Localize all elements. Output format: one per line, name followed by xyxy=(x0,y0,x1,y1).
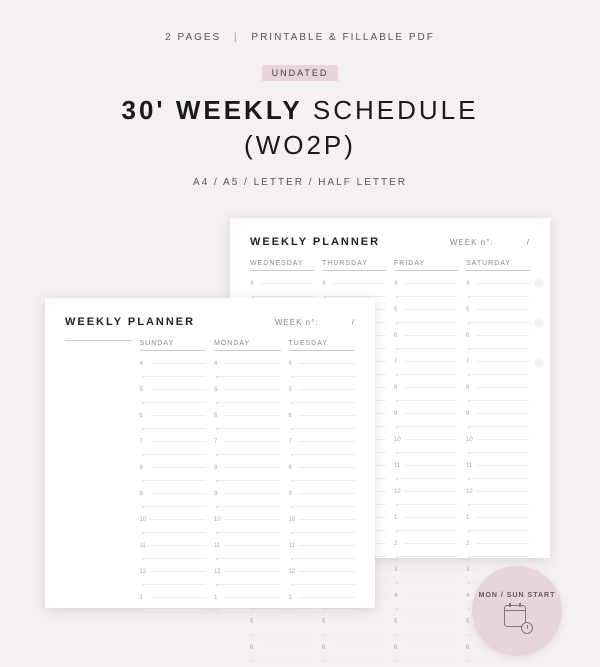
hour-row: 6 xyxy=(140,409,207,422)
calendar-clock-icon xyxy=(504,605,530,631)
binder-hole xyxy=(534,358,544,368)
hour-row: 8 xyxy=(466,381,530,394)
hour-row: 11 xyxy=(289,539,356,552)
hour-row: 10 xyxy=(466,433,530,446)
hour-row: 4 xyxy=(250,277,314,290)
hour-row: 5 xyxy=(394,615,458,628)
title-bold: 30' WEEKLY xyxy=(122,95,303,125)
hour-row: 6 xyxy=(214,409,281,422)
hour-row: 7 xyxy=(466,355,530,368)
hour-row: 5 xyxy=(394,303,458,316)
hour-row: 2 xyxy=(394,537,458,550)
hour-row: 6 xyxy=(394,641,458,654)
hour-row: 6 xyxy=(322,641,386,654)
hour-row: 7 xyxy=(289,435,356,448)
planner-title: WEEKLY PLANNER xyxy=(250,236,380,248)
week-number-field: WEEK n°: / xyxy=(275,318,355,327)
hour-row: 10 xyxy=(140,513,207,526)
day-column: FRIDAY456789101112123456 xyxy=(394,260,458,667)
hour-row: 12 xyxy=(394,485,458,498)
day-label: MONDAY xyxy=(214,340,281,347)
binder-hole xyxy=(534,318,544,328)
hour-row: 11 xyxy=(214,539,281,552)
pages-count: 2 PAGES xyxy=(165,32,221,43)
hour-row: 5 xyxy=(289,383,356,396)
hour-row: 8 xyxy=(140,461,207,474)
hour-row: 9 xyxy=(214,487,281,500)
sizes-list: A4 / A5 / LETTER / HALF LETTER xyxy=(20,177,580,188)
page-header: WEEKLY PLANNER WEEK n°: / xyxy=(250,236,530,248)
hour-row: 9 xyxy=(394,407,458,420)
day-column: TUESDAY 4 5 6 7 8 9 10 11 12 1 xyxy=(289,340,356,617)
day-label: WEDNESDAY xyxy=(250,260,314,267)
hour-row: 6 xyxy=(289,409,356,422)
hour-row: 11 xyxy=(394,459,458,472)
product-subtitle: (WO2P) xyxy=(20,130,580,161)
hour-row: 10 xyxy=(394,433,458,446)
hour-row: 4 xyxy=(140,357,207,370)
title-light: SCHEDULE xyxy=(303,95,479,125)
hour-row: 2 xyxy=(466,537,530,550)
hour-row: 1 xyxy=(289,591,356,604)
hour-row: 4 xyxy=(394,589,458,602)
hour-row: 4 xyxy=(466,277,530,290)
day-column: MONDAY 4 5 6 7 8 9 10 11 12 1 xyxy=(214,340,281,617)
hour-row: 4 xyxy=(322,277,386,290)
hour-row: 6 xyxy=(394,329,458,342)
hour-row: 10 xyxy=(289,513,356,526)
binder-hole xyxy=(534,278,544,288)
day-label: FRIDAY xyxy=(394,260,458,267)
start-day-badge: MON / SUN START xyxy=(472,566,562,656)
hour-row: 7 xyxy=(140,435,207,448)
hour-row: 12 xyxy=(214,565,281,578)
divider: | xyxy=(234,32,239,43)
hour-row: 1 xyxy=(466,511,530,524)
product-title: 30' WEEKLY SCHEDULE xyxy=(20,95,580,126)
page-header: WEEKLY PLANNER WEEK n°: / xyxy=(65,316,355,328)
hour-row: 5 xyxy=(140,383,207,396)
notes-column xyxy=(65,340,132,617)
format-text: PRINTABLE & FILLABLE PDF xyxy=(251,32,434,43)
hour-row: 11 xyxy=(140,539,207,552)
day-label: THURSDAY xyxy=(322,260,386,267)
badge-text: MON / SUN START xyxy=(479,592,556,599)
hour-row: 11 xyxy=(466,459,530,472)
planner-page-front: WEEKLY PLANNER WEEK n°: / SUNDAY45678910… xyxy=(45,298,375,608)
hour-row: 9 xyxy=(289,487,356,500)
hour-row: 12 xyxy=(289,565,356,578)
day-columns-front: SUNDAY4567891011121MONDAY4567891011121TU… xyxy=(65,340,355,617)
week-number-field: WEEK n°: / xyxy=(450,238,530,247)
hour-row: 5 xyxy=(214,383,281,396)
hour-row: 9 xyxy=(466,407,530,420)
undated-badge: UNDATED xyxy=(262,65,339,81)
hour-row: 4 xyxy=(289,357,356,370)
hour-row: 8 xyxy=(214,461,281,474)
pages-preview: WEEKLY PLANNER WEEK n°: / WEDNESDAY45678… xyxy=(0,218,600,618)
hour-row: 3 xyxy=(394,563,458,576)
day-column: SUNDAY 4 5 6 7 8 9 10 11 12 1 xyxy=(140,340,207,617)
hour-row: 7 xyxy=(394,355,458,368)
day-label: SATURDAY xyxy=(466,260,530,267)
hour-row: 6 xyxy=(250,641,314,654)
hour-row: 12 xyxy=(140,565,207,578)
hour-row: 1 xyxy=(394,511,458,524)
product-header: 2 PAGES | PRINTABLE & FILLABLE PDF UNDAT… xyxy=(0,0,600,208)
hour-row: 4 xyxy=(214,357,281,370)
hour-row: 1 xyxy=(214,591,281,604)
hour-row: 8 xyxy=(289,461,356,474)
planner-title: WEEKLY PLANNER xyxy=(65,316,195,328)
hour-row: 7 xyxy=(214,435,281,448)
hour-row: 10 xyxy=(214,513,281,526)
hour-row: 1 xyxy=(140,591,207,604)
day-label: SUNDAY xyxy=(140,340,207,347)
top-info-line: 2 PAGES | PRINTABLE & FILLABLE PDF xyxy=(20,32,580,43)
hour-row: 9 xyxy=(140,487,207,500)
hour-row: 8 xyxy=(394,381,458,394)
hour-row: 12 xyxy=(466,485,530,498)
day-label: TUESDAY xyxy=(289,340,356,347)
hour-row: 6 xyxy=(466,329,530,342)
hour-row: 5 xyxy=(466,303,530,316)
hour-row: 4 xyxy=(394,277,458,290)
